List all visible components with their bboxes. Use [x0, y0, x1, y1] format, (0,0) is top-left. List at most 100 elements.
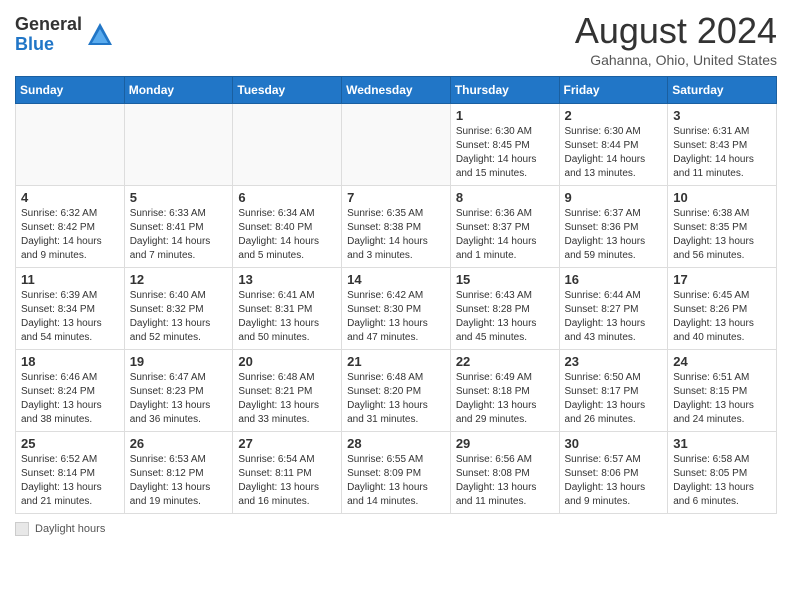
- calendar-day-cell: 3 Sunrise: 6:31 AM Sunset: 8:43 PM Daylig…: [668, 104, 777, 186]
- day-info: Sunrise: 6:33 AM Sunset: 8:41 PM Dayligh…: [130, 207, 228, 263]
- day-number: 31: [673, 436, 771, 451]
- calendar-day-cell: 11 Sunrise: 6:39 AM Sunset: 8:34 PM Dayli…: [16, 268, 125, 350]
- day-number: 10: [673, 190, 771, 205]
- day-info: Sunrise: 6:53 AM Sunset: 8:12 PM Dayligh…: [130, 453, 228, 509]
- calendar-day-cell: 5 Sunrise: 6:33 AM Sunset: 8:41 PM Daylig…: [124, 186, 233, 268]
- day-info: Sunrise: 6:49 AM Sunset: 8:18 PM Dayligh…: [456, 371, 554, 427]
- weekday-header-row: SundayMondayTuesdayWednesdayThursdayFrid…: [16, 77, 777, 104]
- calendar-day-cell: 12Sunrise: 6:40 AM Sunset: 8:32 PM Dayli…: [124, 268, 233, 350]
- day-info: Sunrise: 6:58 AM Sunset: 8:05 PM Dayligh…: [673, 453, 771, 509]
- day-info: Sunrise: 6:42 AM Sunset: 8:30 PM Dayligh…: [347, 289, 445, 345]
- day-info: Sunrise: 6:37 AM Sunset: 8:36 PM Dayligh…: [565, 207, 663, 263]
- day-number: 27: [238, 436, 336, 451]
- day-number: 18: [21, 354, 119, 369]
- day-info: Sunrise: 6:41 AM Sunset: 8:31 PM Dayligh…: [238, 289, 336, 345]
- calendar-day-cell: 1 Sunrise: 6:30 AM Sunset: 8:45 PM Daylig…: [450, 104, 559, 186]
- calendar-day-cell: 21Sunrise: 6:48 AM Sunset: 8:20 PM Dayli…: [342, 350, 451, 432]
- calendar-day-cell: 26Sunrise: 6:53 AM Sunset: 8:12 PM Dayli…: [124, 432, 233, 514]
- logo: General Blue: [15, 15, 114, 55]
- day-number: 22: [456, 354, 554, 369]
- day-info: Sunrise: 6:43 AM Sunset: 8:28 PM Dayligh…: [456, 289, 554, 345]
- day-number: 24: [673, 354, 771, 369]
- legend: Daylight hours: [15, 522, 777, 536]
- calendar-day-cell: 23 Sunrise: 6:50 AM Sunset: 8:17 PM Dayli…: [559, 350, 668, 432]
- day-number: 9: [565, 190, 663, 205]
- day-number: 17: [673, 272, 771, 287]
- day-info: Sunrise: 6:47 AM Sunset: 8:23 PM Dayligh…: [130, 371, 228, 427]
- calendar-day-cell: 28Sunrise: 6:55 AM Sunset: 8:09 PM Dayli…: [342, 432, 451, 514]
- day-info: Sunrise: 6:52 AM Sunset: 8:14 PM Dayligh…: [21, 453, 119, 509]
- day-number: 12: [130, 272, 228, 287]
- calendar-day-cell: 27 Sunrise: 6:54 AM Sunset: 8:11 PM Dayli…: [233, 432, 342, 514]
- day-number: 28: [347, 436, 445, 451]
- calendar-day-cell: 13 Sunrise: 6:41 AM Sunset: 8:31 PM Dayli…: [233, 268, 342, 350]
- day-info: Sunrise: 6:31 AM Sunset: 8:43 PM Dayligh…: [673, 125, 771, 181]
- logo-general: General: [15, 15, 82, 35]
- calendar-day-cell: 30 Sunrise: 6:57 AM Sunset: 8:06 PM Dayli…: [559, 432, 668, 514]
- day-number: 1: [456, 108, 554, 123]
- calendar-day-cell: [233, 104, 342, 186]
- day-number: 13: [238, 272, 336, 287]
- day-number: 5: [130, 190, 228, 205]
- calendar-day-cell: [124, 104, 233, 186]
- title-area: August 2024 Gahanna, Ohio, United States: [575, 10, 777, 68]
- day-info: Sunrise: 6:51 AM Sunset: 8:15 PM Dayligh…: [673, 371, 771, 427]
- day-info: Sunrise: 6:32 AM Sunset: 8:42 PM Dayligh…: [21, 207, 119, 263]
- day-number: 29: [456, 436, 554, 451]
- day-number: 3: [673, 108, 771, 123]
- calendar-week-row: 1 Sunrise: 6:30 AM Sunset: 8:45 PM Daylig…: [16, 104, 777, 186]
- day-number: 23: [565, 354, 663, 369]
- location-subtitle: Gahanna, Ohio, United States: [575, 52, 777, 68]
- calendar-day-cell: 31 Sunrise: 6:58 AM Sunset: 8:05 PM Dayli…: [668, 432, 777, 514]
- day-info: Sunrise: 6:56 AM Sunset: 8:08 PM Dayligh…: [456, 453, 554, 509]
- calendar-day-cell: 2 Sunrise: 6:30 AM Sunset: 8:44 PM Daylig…: [559, 104, 668, 186]
- day-number: 16: [565, 272, 663, 287]
- day-number: 30: [565, 436, 663, 451]
- calendar-header: SundayMondayTuesdayWednesdayThursdayFrid…: [16, 77, 777, 104]
- day-info: Sunrise: 6:54 AM Sunset: 8:11 PM Dayligh…: [238, 453, 336, 509]
- calendar-day-cell: 14Sunrise: 6:42 AM Sunset: 8:30 PM Dayli…: [342, 268, 451, 350]
- day-number: 2: [565, 108, 663, 123]
- calendar-day-cell: 22 Sunrise: 6:49 AM Sunset: 8:18 PM Dayli…: [450, 350, 559, 432]
- day-number: 8: [456, 190, 554, 205]
- calendar-day-cell: 24 Sunrise: 6:51 AM Sunset: 8:15 PM Dayli…: [668, 350, 777, 432]
- calendar-day-cell: 17 Sunrise: 6:45 AM Sunset: 8:26 PM Dayli…: [668, 268, 777, 350]
- day-number: 19: [130, 354, 228, 369]
- day-info: Sunrise: 6:30 AM Sunset: 8:44 PM Dayligh…: [565, 125, 663, 181]
- day-number: 21: [347, 354, 445, 369]
- calendar-day-cell: 16 Sunrise: 6:44 AM Sunset: 8:27 PM Dayli…: [559, 268, 668, 350]
- calendar-week-row: 18 Sunrise: 6:46 AM Sunset: 8:24 PM Dayli…: [16, 350, 777, 432]
- day-number: 6: [238, 190, 336, 205]
- day-info: Sunrise: 6:44 AM Sunset: 8:27 PM Dayligh…: [565, 289, 663, 345]
- calendar-day-cell: 4 Sunrise: 6:32 AM Sunset: 8:42 PM Daylig…: [16, 186, 125, 268]
- calendar-day-cell: 7Sunrise: 6:35 AM Sunset: 8:38 PM Daylig…: [342, 186, 451, 268]
- day-info: Sunrise: 6:50 AM Sunset: 8:17 PM Dayligh…: [565, 371, 663, 427]
- day-info: Sunrise: 6:45 AM Sunset: 8:26 PM Dayligh…: [673, 289, 771, 345]
- day-info: Sunrise: 6:46 AM Sunset: 8:24 PM Dayligh…: [21, 371, 119, 427]
- day-info: Sunrise: 6:36 AM Sunset: 8:37 PM Dayligh…: [456, 207, 554, 263]
- logo-icon: [86, 21, 114, 49]
- weekday-header: Thursday: [450, 77, 559, 104]
- calendar-body: 1 Sunrise: 6:30 AM Sunset: 8:45 PM Daylig…: [16, 104, 777, 514]
- calendar-day-cell: 20Sunrise: 6:48 AM Sunset: 8:21 PM Dayli…: [233, 350, 342, 432]
- day-info: Sunrise: 6:38 AM Sunset: 8:35 PM Dayligh…: [673, 207, 771, 263]
- calendar-day-cell: 10 Sunrise: 6:38 AM Sunset: 8:35 PM Dayli…: [668, 186, 777, 268]
- day-number: 20: [238, 354, 336, 369]
- calendar-day-cell: 15 Sunrise: 6:43 AM Sunset: 8:28 PM Dayli…: [450, 268, 559, 350]
- day-number: 4: [21, 190, 119, 205]
- calendar-week-row: 4 Sunrise: 6:32 AM Sunset: 8:42 PM Daylig…: [16, 186, 777, 268]
- day-info: Sunrise: 6:57 AM Sunset: 8:06 PM Dayligh…: [565, 453, 663, 509]
- day-number: 11: [21, 272, 119, 287]
- day-info: Sunrise: 6:34 AM Sunset: 8:40 PM Dayligh…: [238, 207, 336, 263]
- calendar-day-cell: 19 Sunrise: 6:47 AM Sunset: 8:23 PM Dayli…: [124, 350, 233, 432]
- day-info: Sunrise: 6:39 AM Sunset: 8:34 PM Dayligh…: [21, 289, 119, 345]
- month-year-title: August 2024: [575, 10, 777, 52]
- legend-box: [15, 522, 29, 536]
- calendar-week-row: 11 Sunrise: 6:39 AM Sunset: 8:34 PM Dayli…: [16, 268, 777, 350]
- calendar-day-cell: 6 Sunrise: 6:34 AM Sunset: 8:40 PM Daylig…: [233, 186, 342, 268]
- day-info: Sunrise: 6:30 AM Sunset: 8:45 PM Dayligh…: [456, 125, 554, 181]
- header: General Blue August 2024 Gahanna, Ohio, …: [15, 10, 777, 68]
- day-info: Sunrise: 6:35 AM Sunset: 8:38 PM Dayligh…: [347, 207, 445, 263]
- weekday-header: Tuesday: [233, 77, 342, 104]
- day-number: 15: [456, 272, 554, 287]
